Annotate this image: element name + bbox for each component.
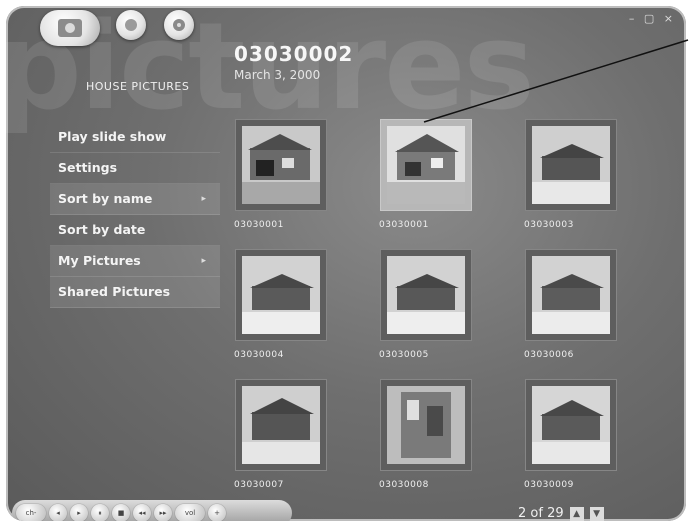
callout-line [423, 39, 689, 123]
